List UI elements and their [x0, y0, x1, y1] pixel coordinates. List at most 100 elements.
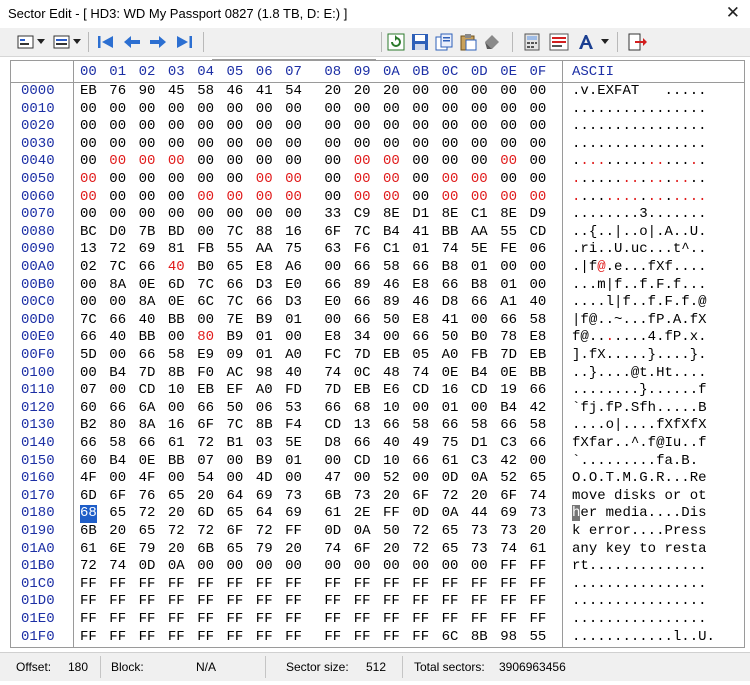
- hex-byte[interactable]: 6F: [227, 523, 244, 541]
- hex-byte[interactable]: FF: [383, 629, 400, 647]
- hex-byte[interactable]: 66: [442, 277, 459, 295]
- hex-byte[interactable]: 00: [324, 259, 341, 277]
- copy-sector-icon[interactable]: [434, 32, 454, 52]
- hex-byte[interactable]: FF: [285, 576, 302, 594]
- hex-byte[interactable]: 0D: [139, 558, 156, 576]
- hex-byte[interactable]: 33: [324, 206, 341, 224]
- hex-byte[interactable]: 64: [227, 488, 244, 506]
- hex-byte[interactable]: 00: [412, 470, 429, 488]
- hex-byte[interactable]: D8: [324, 435, 341, 453]
- hex-byte[interactable]: 00: [471, 153, 488, 171]
- hex-byte[interactable]: BD: [168, 224, 185, 242]
- hex-byte[interactable]: 66: [109, 312, 126, 330]
- hex-byte[interactable]: FF: [197, 576, 214, 594]
- hex-byte[interactable]: 00: [197, 206, 214, 224]
- hex-byte[interactable]: 40: [530, 294, 547, 312]
- hex-byte[interactable]: 00: [412, 558, 429, 576]
- hex-byte[interactable]: B8: [442, 259, 459, 277]
- hex-byte[interactable]: 00: [530, 277, 547, 295]
- paste-sector-icon[interactable]: [458, 32, 478, 52]
- hex-byte[interactable]: FB: [197, 241, 214, 259]
- hex-byte[interactable]: 0A: [442, 505, 459, 523]
- hex-byte[interactable]: 72: [256, 523, 273, 541]
- hex-byte[interactable]: 50: [442, 329, 459, 347]
- hex-byte[interactable]: 74: [500, 541, 517, 559]
- ascii-text[interactable]: rt..............: [572, 558, 707, 576]
- hex-byte[interactable]: 13: [80, 241, 97, 259]
- hex-byte[interactable]: 6F: [412, 488, 429, 506]
- hex-byte[interactable]: 00: [109, 118, 126, 136]
- hex-byte[interactable]: 58: [412, 417, 429, 435]
- hex-byte[interactable]: 73: [500, 523, 517, 541]
- hex-byte[interactable]: 00: [168, 118, 185, 136]
- hex-byte[interactable]: EB: [80, 83, 97, 101]
- hex-byte[interactable]: 58: [530, 417, 547, 435]
- hex-byte[interactable]: 00: [197, 189, 214, 207]
- hex-byte[interactable]: 89: [383, 294, 400, 312]
- ascii-text[interactable]: ................: [572, 101, 707, 119]
- hex-byte[interactable]: 00: [227, 470, 244, 488]
- hex-byte[interactable]: 66: [442, 417, 459, 435]
- hex-byte[interactable]: 00: [197, 136, 214, 154]
- hex-byte[interactable]: 06: [530, 241, 547, 259]
- ascii-text[interactable]: ................: [572, 593, 707, 611]
- hex-byte[interactable]: 4F: [139, 470, 156, 488]
- hex-byte[interactable]: 66: [383, 417, 400, 435]
- hex-byte[interactable]: 64: [256, 505, 273, 523]
- hex-byte[interactable]: 98: [500, 629, 517, 647]
- hex-byte[interactable]: 0E: [139, 453, 156, 471]
- hex-byte[interactable]: 20: [383, 488, 400, 506]
- hex-byte[interactable]: 58: [168, 347, 185, 365]
- hex-byte[interactable]: 76: [109, 83, 126, 101]
- hex-byte[interactable]: FF: [442, 593, 459, 611]
- hex-byte[interactable]: 00: [256, 136, 273, 154]
- hex-byte[interactable]: 00: [471, 83, 488, 101]
- hex-byte[interactable]: 00: [227, 101, 244, 119]
- hex-byte[interactable]: FF: [471, 576, 488, 594]
- hex-byte[interactable]: 00: [354, 470, 371, 488]
- ascii-text[interactable]: any key to resta: [572, 541, 707, 559]
- hex-byte[interactable]: 79: [256, 541, 273, 559]
- hex-byte[interactable]: 00: [324, 101, 341, 119]
- hex-byte[interactable]: 5E: [285, 435, 302, 453]
- hex-byte[interactable]: 65: [168, 488, 185, 506]
- hex-byte[interactable]: 44: [471, 505, 488, 523]
- hex-byte[interactable]: 90: [139, 83, 156, 101]
- hex-byte[interactable]: 00: [168, 153, 185, 171]
- hex-byte[interactable]: AA: [471, 224, 488, 242]
- hex-byte[interactable]: 42: [530, 400, 547, 418]
- hex-byte[interactable]: B4: [109, 365, 126, 383]
- hex-byte[interactable]: 02: [80, 259, 97, 277]
- hex-byte[interactable]: 65: [227, 505, 244, 523]
- hex-byte[interactable]: 66: [354, 312, 371, 330]
- hex-byte[interactable]: 00: [256, 101, 273, 119]
- hex-byte[interactable]: AA: [256, 241, 273, 259]
- hex-byte[interactable]: FF: [80, 629, 97, 647]
- hex-byte[interactable]: 46: [227, 83, 244, 101]
- hex-byte[interactable]: C9: [354, 206, 371, 224]
- hex-grid[interactable]: 00 01 02 03 04 05 06 07 08 09 0A 0B 0C 0D 0E 0F ASCII 00…: [10, 60, 745, 648]
- hex-byte[interactable]: 07: [80, 382, 97, 400]
- hex-byte[interactable]: 00: [442, 83, 459, 101]
- hex-byte[interactable]: 00: [256, 206, 273, 224]
- hex-byte[interactable]: 00: [383, 118, 400, 136]
- hex-byte[interactable]: 00: [383, 189, 400, 207]
- hex-byte[interactable]: 00: [471, 400, 488, 418]
- hex-byte[interactable]: 00: [530, 259, 547, 277]
- hex-byte[interactable]: FF: [324, 629, 341, 647]
- ascii-text[interactable]: ............l..U.: [572, 629, 715, 647]
- hex-byte[interactable]: BB: [139, 329, 156, 347]
- ascii-text[interactable]: her media....Dis: [572, 505, 707, 523]
- hex-byte[interactable]: FF: [442, 611, 459, 629]
- hex-byte[interactable]: 73: [471, 523, 488, 541]
- hex-byte[interactable]: EF: [227, 382, 244, 400]
- hex-byte[interactable]: BB: [530, 365, 547, 383]
- hex-byte[interactable]: 00: [442, 153, 459, 171]
- hex-byte[interactable]: 00: [354, 558, 371, 576]
- hex-byte[interactable]: 66: [412, 259, 429, 277]
- hex-byte[interactable]: FF: [168, 611, 185, 629]
- hex-byte[interactable]: 00: [80, 118, 97, 136]
- hex-byte[interactable]: 00: [442, 171, 459, 189]
- hex-byte[interactable]: 10: [383, 453, 400, 471]
- hex-byte[interactable]: 20: [285, 541, 302, 559]
